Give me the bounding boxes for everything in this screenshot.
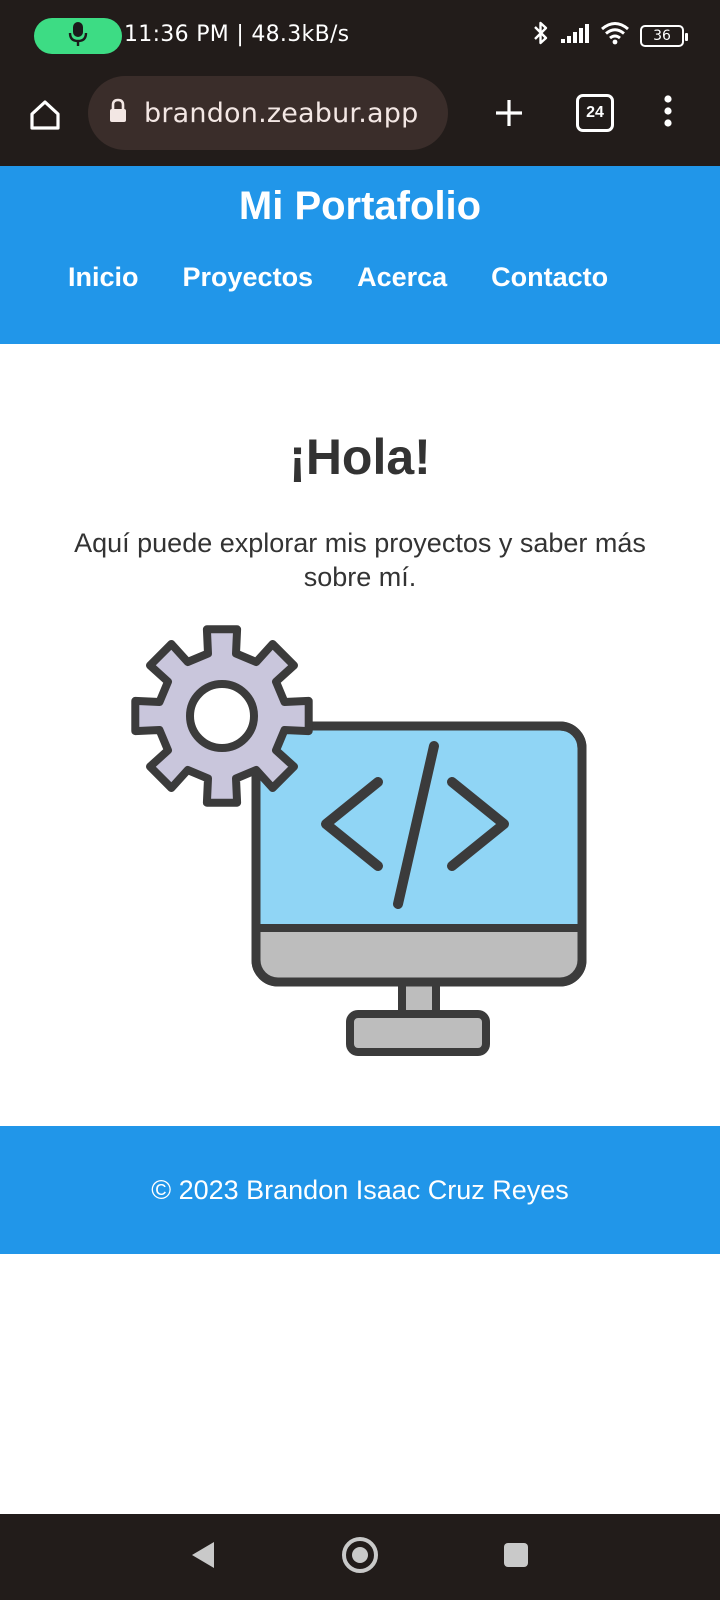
system-home-button[interactable] [340,1536,380,1579]
site-title: Mi Portafolio [238,184,482,228]
tab-count: 24 [586,104,604,121]
lock-icon [108,98,128,129]
mic-icon [68,21,88,52]
site-footer: © 2023 Brandon Isaac Cruz Reyes [0,1126,720,1254]
browser-home-button[interactable] [22,94,68,140]
browser-toolbar: brandon.zeabur.app 24 [0,74,720,166]
nav-link-inicio[interactable]: Inicio [68,262,139,293]
home-circle-icon [341,1536,379,1579]
new-tab-button[interactable] [486,92,532,138]
recents-icon [503,1542,529,1573]
nav-link-contacto[interactable]: Contacto [491,262,608,293]
greeting-heading: ¡Hola! [289,429,431,485]
bluetooth-icon [532,20,550,51]
system-nav-bar [0,1514,720,1600]
status-time: 11:36 PM | 48.3kB/s [124,22,350,47]
tabs-button[interactable]: 24 [576,94,614,132]
intro-text: Aquí puede explorar mis proyectos y sabe… [74,528,646,592]
site-header: Mi Portafolio Inicio Proyectos Acerca Co… [0,166,720,344]
url-bar[interactable]: brandon.zeabur.app [88,76,448,150]
status-bar: 11:36 PM | 48.3kB/s 36 [0,0,720,74]
more-menu-button[interactable] [650,90,686,136]
more-vert-icon [663,94,673,133]
plus-icon [493,97,525,134]
nav-link-proyectos[interactable]: Proyectos [183,262,314,293]
wifi-icon [600,21,630,50]
footer-copyright: © 2023 Brandon Isaac Cruz Reyes [151,1174,569,1205]
developer-illustration [131,625,587,1056]
gear-icon [131,625,313,807]
back-icon [190,1540,216,1575]
home-icon [28,98,62,137]
status-icons: 36 [532,20,688,51]
battery-icon: 36 [640,24,688,47]
nav-link-acerca[interactable]: Acerca [357,262,447,293]
site-nav: Inicio Proyectos Acerca Contacto [68,262,608,293]
url-text: brandon.zeabur.app [144,97,419,129]
mic-indicator[interactable] [34,18,122,54]
signal-icon [560,22,590,49]
system-recents-button[interactable] [502,1542,530,1573]
monitor-code-icon [251,721,587,1056]
system-back-button[interactable] [186,1538,220,1576]
battery-level: 36 [653,27,671,44]
